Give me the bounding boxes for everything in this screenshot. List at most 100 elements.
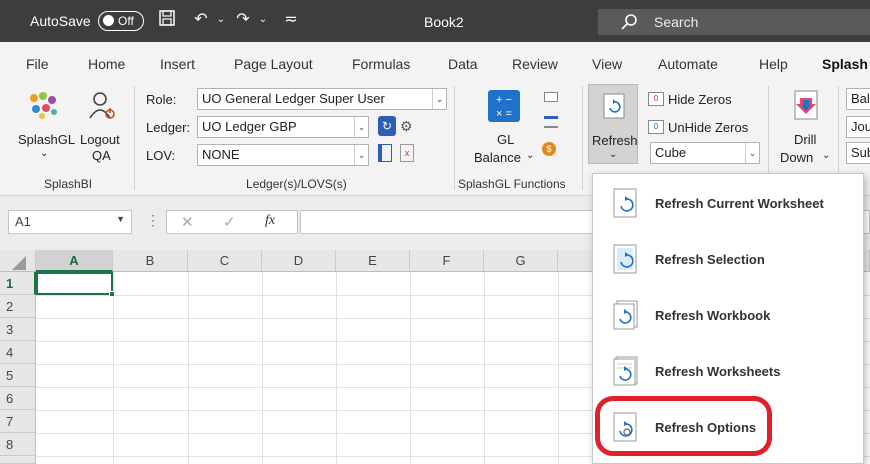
column-header-d[interactable]: D bbox=[262, 250, 336, 272]
row-header-3[interactable]: 3 bbox=[0, 318, 36, 341]
hide-zeros-button[interactable]: Hide Zeros bbox=[668, 92, 732, 107]
lov-clear-icon[interactable]: x bbox=[400, 144, 414, 162]
search-box[interactable]: Search bbox=[598, 9, 870, 35]
tab-help[interactable]: Help bbox=[759, 56, 788, 72]
group-label-splashbi: SplashBI bbox=[44, 177, 93, 191]
fill-handle[interactable] bbox=[109, 291, 115, 297]
ledger-refresh-icon[interactable]: ↻ bbox=[378, 116, 396, 136]
ribbon-tabs: File Home Insert Page Layout Formulas Da… bbox=[0, 42, 870, 80]
select-all-corner[interactable] bbox=[0, 250, 36, 272]
redo-icon[interactable]: ↷ bbox=[232, 9, 254, 31]
logout-label: Logout bbox=[80, 132, 120, 147]
ledger-select[interactable]: UO Ledger GBP ⌄ bbox=[197, 116, 369, 138]
right-field-3[interactable]: Sub bbox=[846, 142, 870, 164]
role-select[interactable]: UO General Ledger Super User ⌄ bbox=[197, 88, 447, 110]
splashgl-label: SplashGL bbox=[18, 132, 76, 147]
group-separator bbox=[134, 86, 135, 190]
autosave-toggle[interactable]: Off bbox=[98, 11, 144, 31]
menu-item-refresh-worksheets[interactable]: Refresh Worksheets bbox=[593, 344, 863, 400]
logout-sub-label: QA bbox=[92, 148, 111, 163]
cube-value: Cube bbox=[655, 145, 687, 160]
name-box[interactable]: A1 ▼ bbox=[8, 210, 132, 234]
row-header-6[interactable]: 6 bbox=[0, 387, 36, 410]
unhide-zeros-button[interactable]: UnHide Zeros bbox=[668, 120, 748, 135]
role-value: UO General Ledger Super User bbox=[202, 91, 385, 106]
customize-toolbar-icon[interactable]: ≂ bbox=[280, 9, 302, 31]
menu-item-label: Refresh Workbook bbox=[655, 308, 771, 323]
gridline bbox=[262, 272, 263, 464]
tab-file[interactable]: File bbox=[26, 56, 49, 72]
column-header-a[interactable]: A bbox=[36, 250, 113, 272]
menu-item-refresh-workbook[interactable]: Refresh Workbook bbox=[593, 288, 863, 344]
right-field-2-value: Jou bbox=[851, 119, 870, 134]
ledger-label: Ledger: bbox=[146, 120, 191, 135]
column-header-e[interactable]: E bbox=[336, 250, 410, 272]
tab-automate[interactable]: Automate bbox=[658, 56, 718, 72]
chevron-down-icon: ⌄ bbox=[432, 89, 446, 109]
search-placeholder: Search bbox=[654, 14, 699, 30]
tab-view[interactable]: View bbox=[592, 56, 622, 72]
right-field-2[interactable]: Jou bbox=[846, 116, 870, 138]
svg-text:+ −: + − bbox=[496, 94, 512, 106]
drill-down-icon bbox=[794, 90, 818, 120]
undo-icon[interactable]: ↶ bbox=[190, 9, 212, 31]
undo-dropdown-icon[interactable]: ⌄ bbox=[210, 9, 232, 31]
refresh-workbook-icon bbox=[613, 300, 638, 330]
gridline bbox=[484, 272, 485, 464]
unhide-zeros-icon: 0 bbox=[648, 120, 664, 134]
refresh-selection-icon bbox=[613, 244, 637, 274]
lov-select[interactable]: NONE ⌄ bbox=[197, 144, 369, 166]
chevron-down-icon: ⌄ bbox=[354, 145, 368, 165]
row-header-4[interactable]: 4 bbox=[0, 341, 36, 364]
right-field-1-value: Bal bbox=[851, 91, 870, 106]
column-header-g[interactable]: G bbox=[484, 250, 558, 272]
document-title: Book2 bbox=[424, 14, 464, 30]
list-icon[interactable] bbox=[544, 116, 558, 128]
balance-label: Balance bbox=[474, 150, 521, 165]
refresh-button[interactable]: Refresh ⌄ bbox=[588, 84, 638, 164]
lov-label: LOV: bbox=[146, 148, 176, 163]
right-field-1[interactable]: Bal bbox=[846, 88, 870, 110]
drill-label: Drill bbox=[794, 132, 817, 147]
menu-item-refresh-current-worksheet[interactable]: Refresh Current Worksheet bbox=[593, 176, 863, 232]
row-header-8[interactable]: 8 bbox=[0, 433, 36, 456]
tab-insert[interactable]: Insert bbox=[160, 56, 195, 72]
cancel-icon[interactable]: ✕ bbox=[181, 213, 194, 231]
drill-dropdown-icon: ⌄ bbox=[822, 150, 831, 161]
currency-icon[interactable]: $ bbox=[542, 142, 556, 156]
enter-icon[interactable]: ✓ bbox=[223, 213, 236, 231]
row-header-7[interactable]: 7 bbox=[0, 410, 36, 433]
tab-review[interactable]: Review bbox=[512, 56, 558, 72]
cube-select[interactable]: Cube ⌄ bbox=[650, 142, 760, 164]
lov-value: NONE bbox=[202, 147, 240, 162]
right-field-3-value: Sub bbox=[851, 145, 870, 160]
column-header-c[interactable]: C bbox=[188, 250, 262, 272]
column-header-f[interactable]: F bbox=[410, 250, 484, 272]
hide-zeros-icon: 0 bbox=[648, 92, 664, 106]
lov-form-icon[interactable] bbox=[378, 144, 392, 162]
tab-splash[interactable]: Splash bbox=[822, 56, 868, 72]
highlight-annotation-ring bbox=[595, 396, 772, 456]
balance-dropdown-icon: ⌄ bbox=[526, 150, 535, 161]
formula-bar-splitter-icon[interactable]: ⋮ bbox=[146, 212, 160, 229]
autosave-state: Off bbox=[118, 14, 134, 28]
row-header-2[interactable]: 2 bbox=[0, 295, 36, 318]
selected-cell-a1[interactable] bbox=[36, 272, 115, 297]
row-header-1[interactable]: 1 bbox=[0, 272, 36, 295]
tab-formulas[interactable]: Formulas bbox=[352, 56, 410, 72]
redo-dropdown-icon[interactable]: ⌄ bbox=[252, 9, 274, 31]
menu-item-refresh-selection[interactable]: Refresh Selection bbox=[593, 232, 863, 288]
comment-icon[interactable] bbox=[544, 92, 558, 102]
save-icon[interactable] bbox=[156, 9, 178, 31]
column-header-b[interactable]: B bbox=[113, 250, 188, 272]
insert-function-icon[interactable]: fx bbox=[265, 213, 275, 229]
ledger-settings-icon[interactable]: ⚙ bbox=[400, 118, 413, 135]
refresh-label: Refresh bbox=[592, 133, 638, 148]
splashgl-logo-icon bbox=[30, 92, 57, 119]
group-label-ledger: Ledger(s)/LOVS(s) bbox=[246, 177, 347, 191]
tab-page-layout[interactable]: Page Layout bbox=[234, 56, 313, 72]
formula-buttons: ✕ ✓ fx bbox=[166, 210, 298, 234]
row-header-5[interactable]: 5 bbox=[0, 364, 36, 387]
tab-home[interactable]: Home bbox=[88, 56, 125, 72]
tab-data[interactable]: Data bbox=[448, 56, 478, 72]
